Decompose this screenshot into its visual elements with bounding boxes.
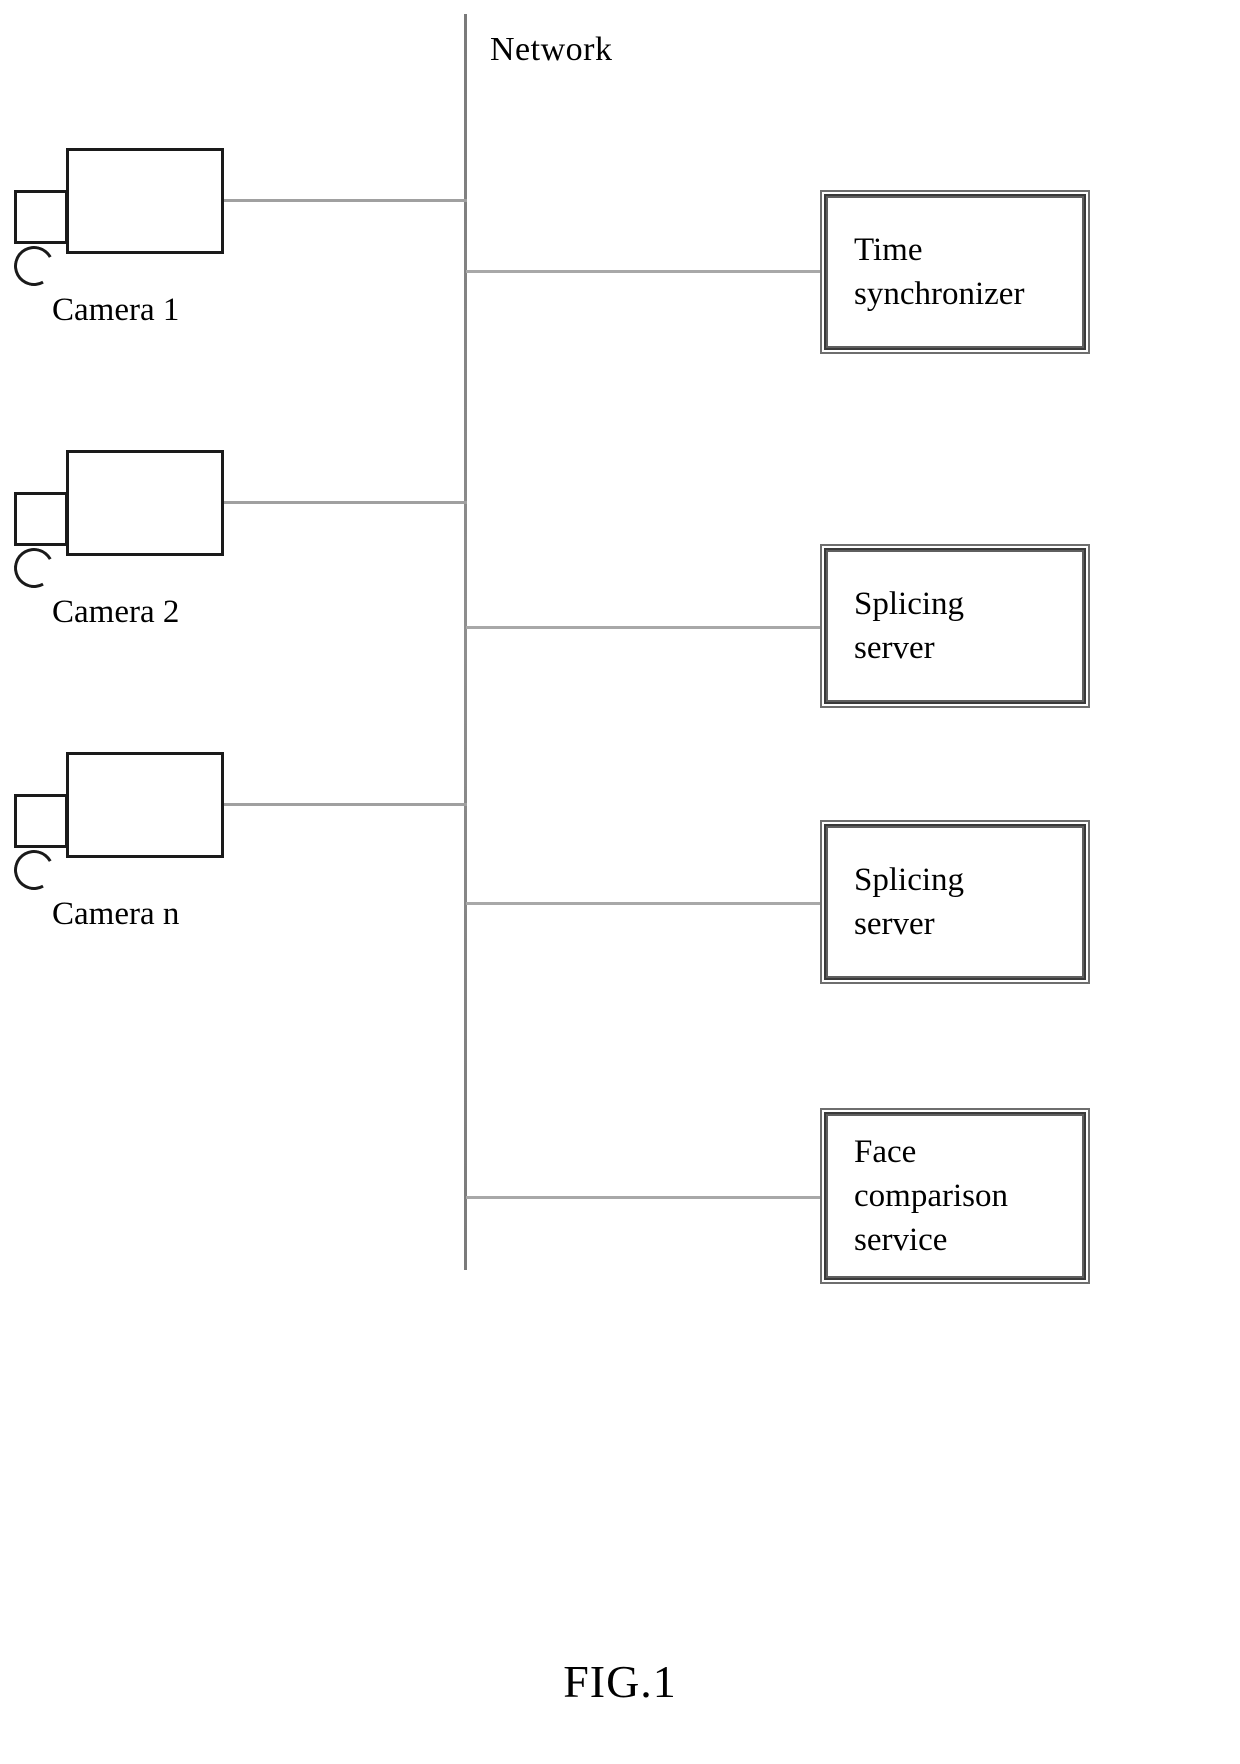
- camera-icon-lens: [14, 794, 68, 848]
- camera-2-connector-line: [224, 501, 467, 504]
- camera-icon-body: [66, 450, 224, 556]
- network-bus-line: [464, 14, 467, 1270]
- time-synchronizer-label: Time synchronizer: [854, 232, 1025, 312]
- node-face-comparison-service: Face comparison service: [824, 1112, 1086, 1280]
- face-comparison-service-label: Face comparison service: [854, 1134, 1008, 1258]
- camera-1-label: Camera 1: [52, 292, 180, 328]
- splicing-server-2-connector-line: [466, 902, 826, 905]
- splicing-server-1-connector-line: [466, 626, 826, 629]
- camera-2-label: Camera 2: [52, 594, 180, 630]
- node-time-synchronizer: Time synchronizer: [824, 194, 1086, 350]
- camera-icon-arc: [9, 241, 59, 291]
- camera-1-connector-line: [224, 199, 467, 202]
- node-splicing-server-1: Splicing server: [824, 548, 1086, 704]
- time-synchronizer-connector-line: [466, 270, 826, 273]
- camera-icon-lens: [14, 492, 68, 546]
- node-inner-frame: Time synchronizer: [826, 196, 1084, 348]
- node-inner-frame: Face comparison service: [826, 1114, 1084, 1278]
- face-comparison-service-connector-line: [466, 1196, 826, 1199]
- camera-icon-arc: [9, 543, 59, 593]
- figure-caption: FIG.1: [563, 1656, 677, 1707]
- camera-icon-arc: [9, 845, 59, 895]
- camera-n-connector-line: [224, 803, 467, 806]
- splicing-server-2-label: Splicing server: [854, 862, 965, 942]
- camera-n-label: Camera n: [52, 896, 180, 932]
- camera-icon-lens: [14, 190, 68, 244]
- patent-figure: Network Camera 1 Camera 2 Camera n Time …: [0, 0, 1240, 1764]
- network-label: Network: [490, 31, 613, 68]
- node-inner-frame: Splicing server: [826, 550, 1084, 702]
- node-splicing-server-2: Splicing server: [824, 824, 1086, 980]
- splicing-server-1-label: Splicing server: [854, 586, 965, 666]
- camera-icon-body: [66, 752, 224, 858]
- camera-icon-body: [66, 148, 224, 254]
- node-inner-frame: Splicing server: [826, 826, 1084, 978]
